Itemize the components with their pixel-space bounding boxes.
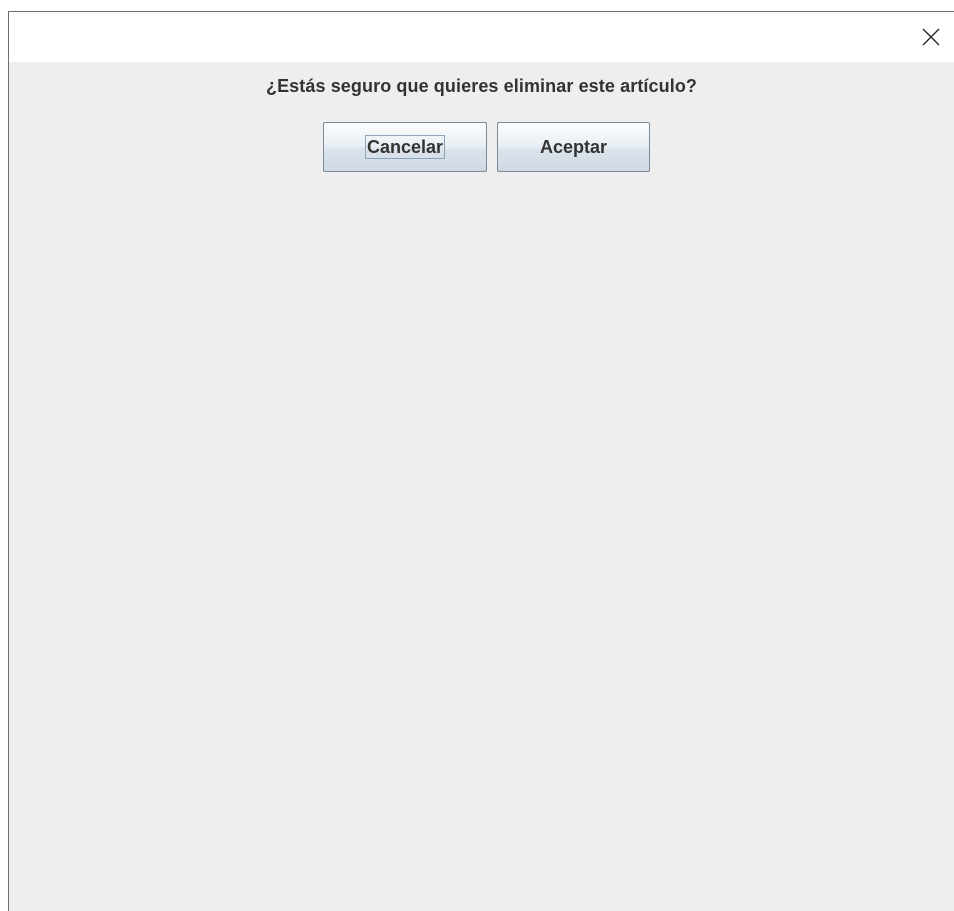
cancel-button[interactable]: Cancelar: [323, 122, 487, 172]
cancel-button-label: Cancelar: [364, 135, 446, 159]
dialog-content: ¿Estás seguro que quieres eliminar este …: [9, 62, 954, 911]
accept-button[interactable]: Aceptar: [497, 122, 650, 172]
close-icon: [922, 28, 940, 46]
confirm-message: ¿Estás seguro que quieres eliminar este …: [265, 76, 698, 96]
close-button[interactable]: [908, 12, 954, 62]
confirm-dialog-window: ¿Estás seguro que quieres eliminar este …: [8, 11, 954, 911]
dialog-titlebar: [9, 12, 954, 62]
accept-button-label: Aceptar: [539, 136, 608, 157]
